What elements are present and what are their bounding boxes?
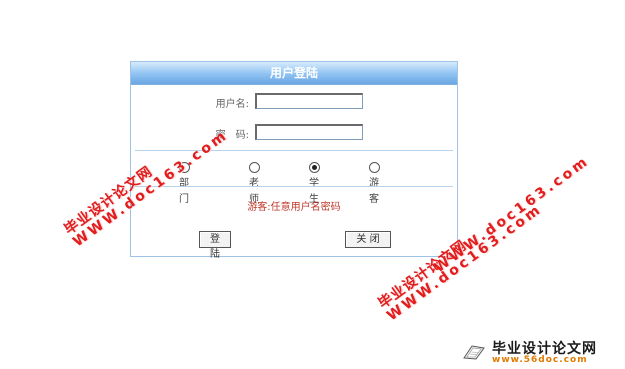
guest-hint: 游客:任意用户名密码: [247, 202, 341, 213]
role-radio-guest[interactable]: 游客: [369, 160, 383, 205]
login-panel: 用户登陆 用户名: 密 码: 部门 老师 学生 游客 游客:任意用户名密码 登 …: [130, 61, 458, 260]
document-icon: [463, 345, 485, 360]
radio-button-icon[interactable]: [309, 161, 320, 173]
radio-button-icon[interactable]: [249, 161, 260, 173]
divider-top: [135, 150, 453, 151]
role-radio-teacher[interactable]: 老师: [249, 160, 263, 205]
username-input[interactable]: [255, 93, 363, 109]
footer-logo-url: www.56doc.com: [492, 355, 588, 365]
radio-button-icon[interactable]: [369, 161, 380, 173]
login-button[interactable]: 登 陆: [199, 231, 231, 260]
divider-bottom: [135, 186, 453, 187]
username-label: 用户名:: [215, 99, 249, 110]
radio-button-icon[interactable]: [179, 161, 190, 173]
footer-logo: 毕业设计论文网 www.56doc.com: [458, 338, 620, 366]
role-radio-department[interactable]: 部门: [179, 160, 193, 205]
close-button[interactable]: 关 闭: [345, 231, 391, 248]
login-title: 用户登陆: [131, 62, 457, 85]
password-label: 密 码:: [215, 130, 249, 141]
password-input[interactable]: [255, 124, 363, 140]
role-radio-student[interactable]: 学生: [309, 160, 323, 205]
